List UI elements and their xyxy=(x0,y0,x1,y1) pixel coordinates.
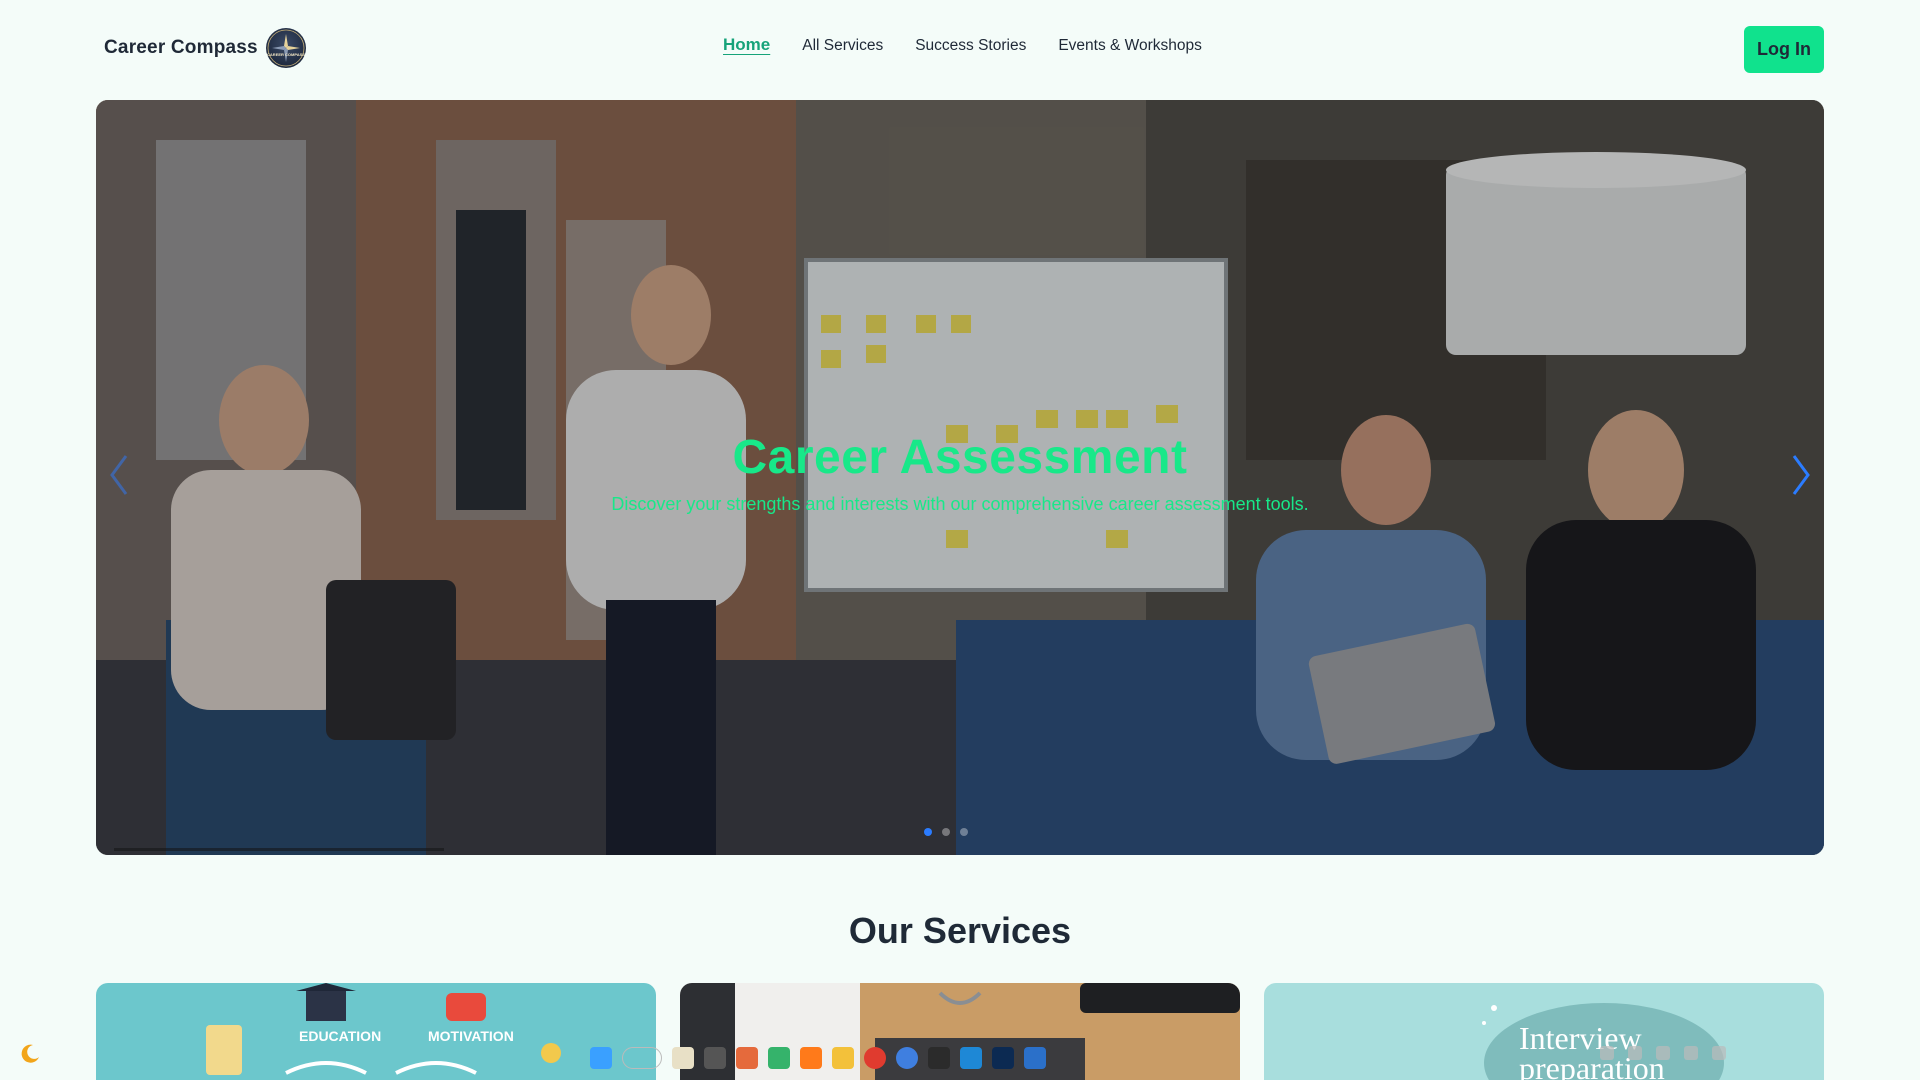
app-icon[interactable] xyxy=(768,1047,790,1069)
card-label-motivation: MOTIVATION xyxy=(428,1028,514,1044)
main-nav: Home All Services Success Stories Events… xyxy=(723,35,1202,55)
login-button[interactable]: Log In xyxy=(1744,26,1824,73)
service-card[interactable]: EDUCATION MOTIVATION xyxy=(96,983,656,1080)
nav-events-workshops[interactable]: Events & Workshops xyxy=(1058,37,1202,55)
moon-icon xyxy=(21,1044,39,1063)
carousel-prev-button[interactable] xyxy=(104,450,134,500)
chrome-icon[interactable] xyxy=(864,1047,886,1069)
brand[interactable]: Career Compass CAREER COMPASS xyxy=(104,28,306,68)
hero-carousel: Career Assessment Discover your strength… xyxy=(96,100,1824,855)
services-title: Our Services xyxy=(848,910,1072,951)
compass-icon: CAREER COMPASS xyxy=(267,29,305,67)
hero-subtitle: Discover your strengths and interests wi… xyxy=(611,494,1309,514)
app-icon[interactable] xyxy=(736,1047,758,1069)
theme-toggle[interactable] xyxy=(18,1042,42,1072)
folder-icon[interactable] xyxy=(832,1047,854,1069)
autoplay-progress-bar xyxy=(114,848,444,851)
chevron-left-icon xyxy=(110,455,128,495)
terminal-icon[interactable] xyxy=(928,1047,950,1069)
mic-icon[interactable] xyxy=(1628,1046,1642,1060)
vscode-icon[interactable] xyxy=(960,1047,982,1069)
nav-all-services[interactable]: All Services xyxy=(802,37,883,55)
nav-home[interactable]: Home xyxy=(723,35,770,55)
battery-icon[interactable] xyxy=(1712,1046,1726,1060)
carousel-next-button[interactable] xyxy=(1786,450,1816,500)
photoshop-icon[interactable] xyxy=(992,1047,1014,1069)
brand-logo[interactable]: CAREER COMPASS xyxy=(265,28,306,68)
navbar: Career Compass CAREER COMPASS Home All S… xyxy=(0,0,1920,100)
sync-icon[interactable] xyxy=(1600,1046,1614,1060)
windows-start-icon[interactable] xyxy=(590,1047,612,1069)
carousel-dot[interactable] xyxy=(960,828,968,836)
carousel-dot[interactable] xyxy=(942,828,950,836)
carousel-dots xyxy=(924,828,968,836)
chevron-right-icon xyxy=(1792,455,1810,495)
logo-text: CAREER COMPASS xyxy=(267,52,305,57)
firefox-icon[interactable] xyxy=(800,1047,822,1069)
volume-icon[interactable] xyxy=(1684,1046,1698,1060)
wifi-icon[interactable] xyxy=(1656,1046,1670,1060)
search-icon[interactable] xyxy=(622,1047,662,1069)
task-view-icon[interactable] xyxy=(704,1047,726,1069)
os-taskbar xyxy=(590,1038,1370,1078)
nav-success-stories[interactable]: Success Stories xyxy=(915,37,1026,55)
app-icon[interactable] xyxy=(672,1047,694,1069)
card-label-education: EDUCATION xyxy=(299,1028,382,1044)
notepad-icon[interactable] xyxy=(1024,1047,1046,1069)
hero-title: Career Assessment xyxy=(732,431,1188,484)
system-tray xyxy=(1600,1046,1726,1060)
app-icon[interactable] xyxy=(896,1047,918,1069)
carousel-dot[interactable] xyxy=(924,828,932,836)
brand-name[interactable]: Career Compass xyxy=(104,37,258,59)
